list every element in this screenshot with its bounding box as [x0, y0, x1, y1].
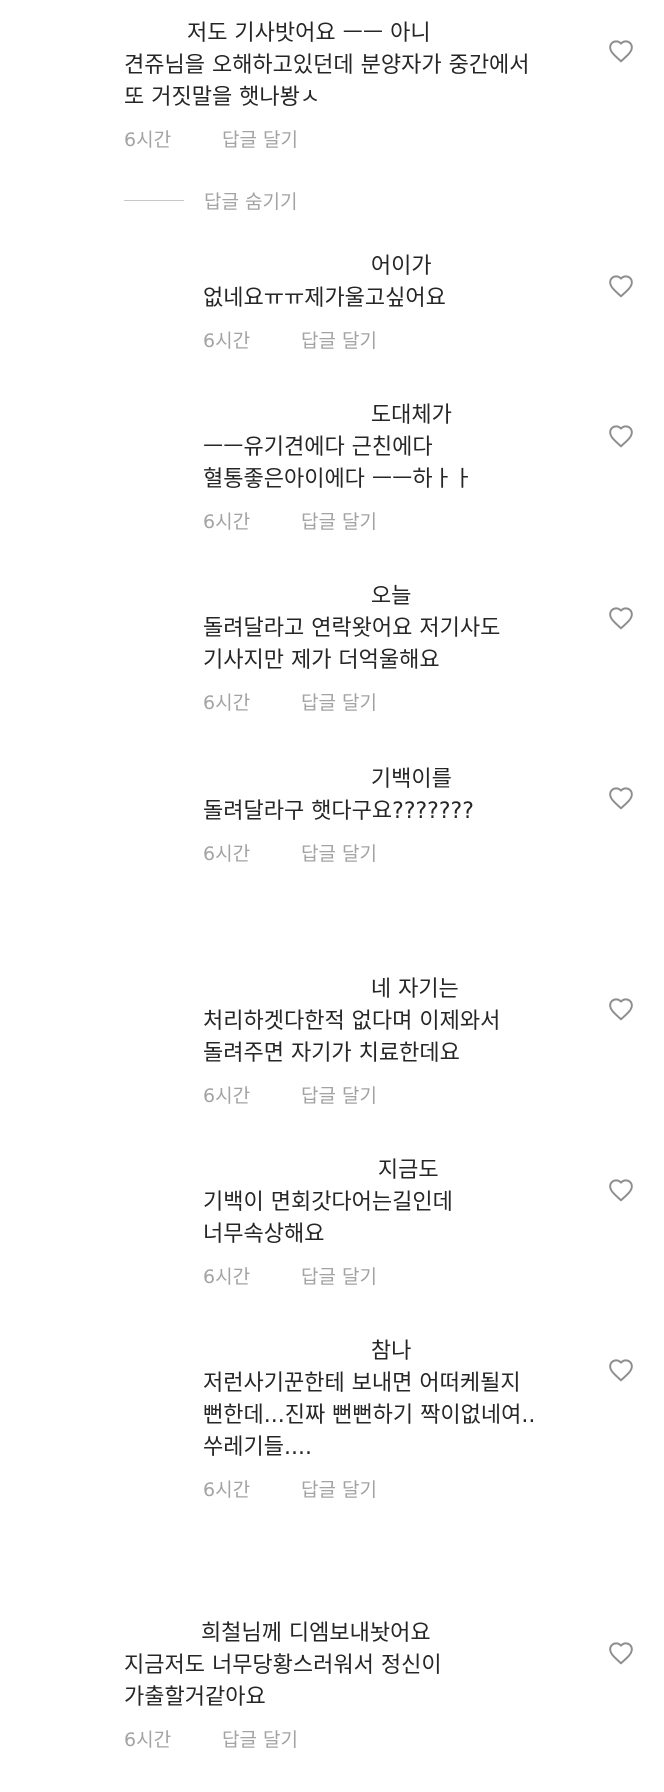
comment-text: 네 자기는 처리하겟다한적 없다며 이제와서 돌려주면 자기가 치료한데요: [203, 977, 501, 1066]
heart-icon[interactable]: [608, 274, 634, 298]
comment-time: 6시간: [203, 330, 251, 352]
comment-time: 6시간: [203, 843, 251, 865]
comment-meta: 6시간 답글 달기: [203, 329, 593, 353]
heart-icon[interactable]: [608, 606, 634, 630]
heart-icon[interactable]: [608, 997, 634, 1021]
comment-meta: 6시간 답글 달기: [124, 128, 594, 152]
comment-time: 6시간: [203, 1266, 251, 1288]
comment-text: 지금도 기백이 면회갓다어는길인데 너무속상해요: [203, 1158, 453, 1247]
heart-icon[interactable]: [608, 1178, 634, 1202]
comment-meta: 6시간 답글 달기: [203, 1265, 593, 1289]
heart-icon[interactable]: [608, 1358, 634, 1382]
comment-text: 어이가 없네요ㅠㅠ제가울고싶어요: [203, 254, 446, 311]
reply-comment: 오늘 돌려달라고 연락왓어요 저기사도 기사지만 제가 더억울해요 6시간 답글…: [203, 581, 593, 715]
reply-button[interactable]: 답글 달기: [222, 1728, 298, 1752]
hide-replies-button[interactable]: 답글 숨기기: [124, 185, 297, 215]
hide-replies-label: 답글 숨기기: [204, 190, 298, 213]
comment-meta: 6시간 답글 달기: [203, 1084, 593, 1108]
reply-button[interactable]: 답글 달기: [301, 691, 377, 715]
comment: 저도 기사밧어요 ㅡㅡ 아니 견쥬님을 오해하고있던데 분양자가 중간에서 또 …: [124, 18, 594, 152]
comment-meta: 6시간 답글 달기: [203, 842, 593, 866]
reply-comment: 기백이를 돌려달라구 햇다구요??????? 6시간 답글 달기: [203, 764, 593, 866]
comment-meta: 6시간 답글 달기: [203, 691, 593, 715]
comment-time: 6시간: [203, 1479, 251, 1501]
heart-icon[interactable]: [608, 786, 634, 810]
comment-meta: 6시간 답글 달기: [203, 1478, 593, 1502]
reply-comment: 도대체가 ㅡㅡ유기견에다 근친에다 혈통좋은아이에다 ㅡㅡ하ㅏㅏ 6시간 답글 …: [203, 400, 593, 534]
comment-meta: 6시간 답글 달기: [124, 1728, 594, 1752]
comment-text: 기백이를 돌려달라구 햇다구요???????: [203, 767, 474, 824]
reply-button[interactable]: 답글 달기: [222, 128, 298, 152]
reply-button[interactable]: 답글 달기: [301, 1265, 377, 1289]
reply-button[interactable]: 답글 달기: [301, 1478, 377, 1502]
reply-comment: 어이가 없네요ㅠㅠ제가울고싶어요 6시간 답글 달기: [203, 251, 593, 353]
comment-time: 6시간: [203, 1085, 251, 1107]
comment-time: 6시간: [124, 1729, 172, 1751]
comment-text: 도대체가 ㅡㅡ유기견에다 근친에다 혈통좋은아이에다 ㅡㅡ하ㅏㅏ: [203, 403, 474, 492]
comment-text: 희철님께 디엠보내놧어요 지금저도 너무당황스러워서 정신이 가출할거같아요: [124, 1621, 442, 1710]
reply-comment: 참나 저런사기꾼한테 보내면 어떠케될지 뻔한데...진짜 뻔뻔하기 짝이없네여…: [203, 1336, 593, 1502]
comment-text: 저도 기사밧어요 ㅡㅡ 아니 견쥬님을 오해하고있던데 분양자가 중간에서 또 …: [124, 21, 530, 110]
comment-meta: 6시간 답글 달기: [203, 510, 593, 534]
comment-text: 오늘 돌려달라고 연락왓어요 저기사도 기사지만 제가 더억울해요: [203, 584, 501, 673]
reply-comment: 지금도 기백이 면회갓다어는길인데 너무속상해요 6시간 답글 달기: [203, 1155, 593, 1289]
reply-button[interactable]: 답글 달기: [301, 510, 377, 534]
heart-icon[interactable]: [608, 424, 634, 448]
comment: 희철님께 디엠보내놧어요 지금저도 너무당황스러워서 정신이 가출할거같아요 6…: [124, 1618, 594, 1752]
comment-time: 6시간: [203, 692, 251, 714]
heart-icon[interactable]: [608, 39, 634, 63]
comment-time: 6시간: [124, 129, 172, 151]
comment-text: 참나 저런사기꾼한테 보내면 어떠케될지 뻔한데...진짜 뻔뻔하기 짝이없네여…: [203, 1339, 536, 1460]
reply-button[interactable]: 답글 달기: [301, 842, 377, 866]
divider-line: [124, 199, 184, 201]
reply-comment: 네 자기는 처리하겟다한적 없다며 이제와서 돌려주면 자기가 치료한데요 6시…: [203, 974, 593, 1108]
comment-time: 6시간: [203, 511, 251, 533]
reply-button[interactable]: 답글 달기: [301, 1084, 377, 1108]
reply-button[interactable]: 답글 달기: [301, 329, 377, 353]
heart-icon[interactable]: [608, 1641, 634, 1665]
